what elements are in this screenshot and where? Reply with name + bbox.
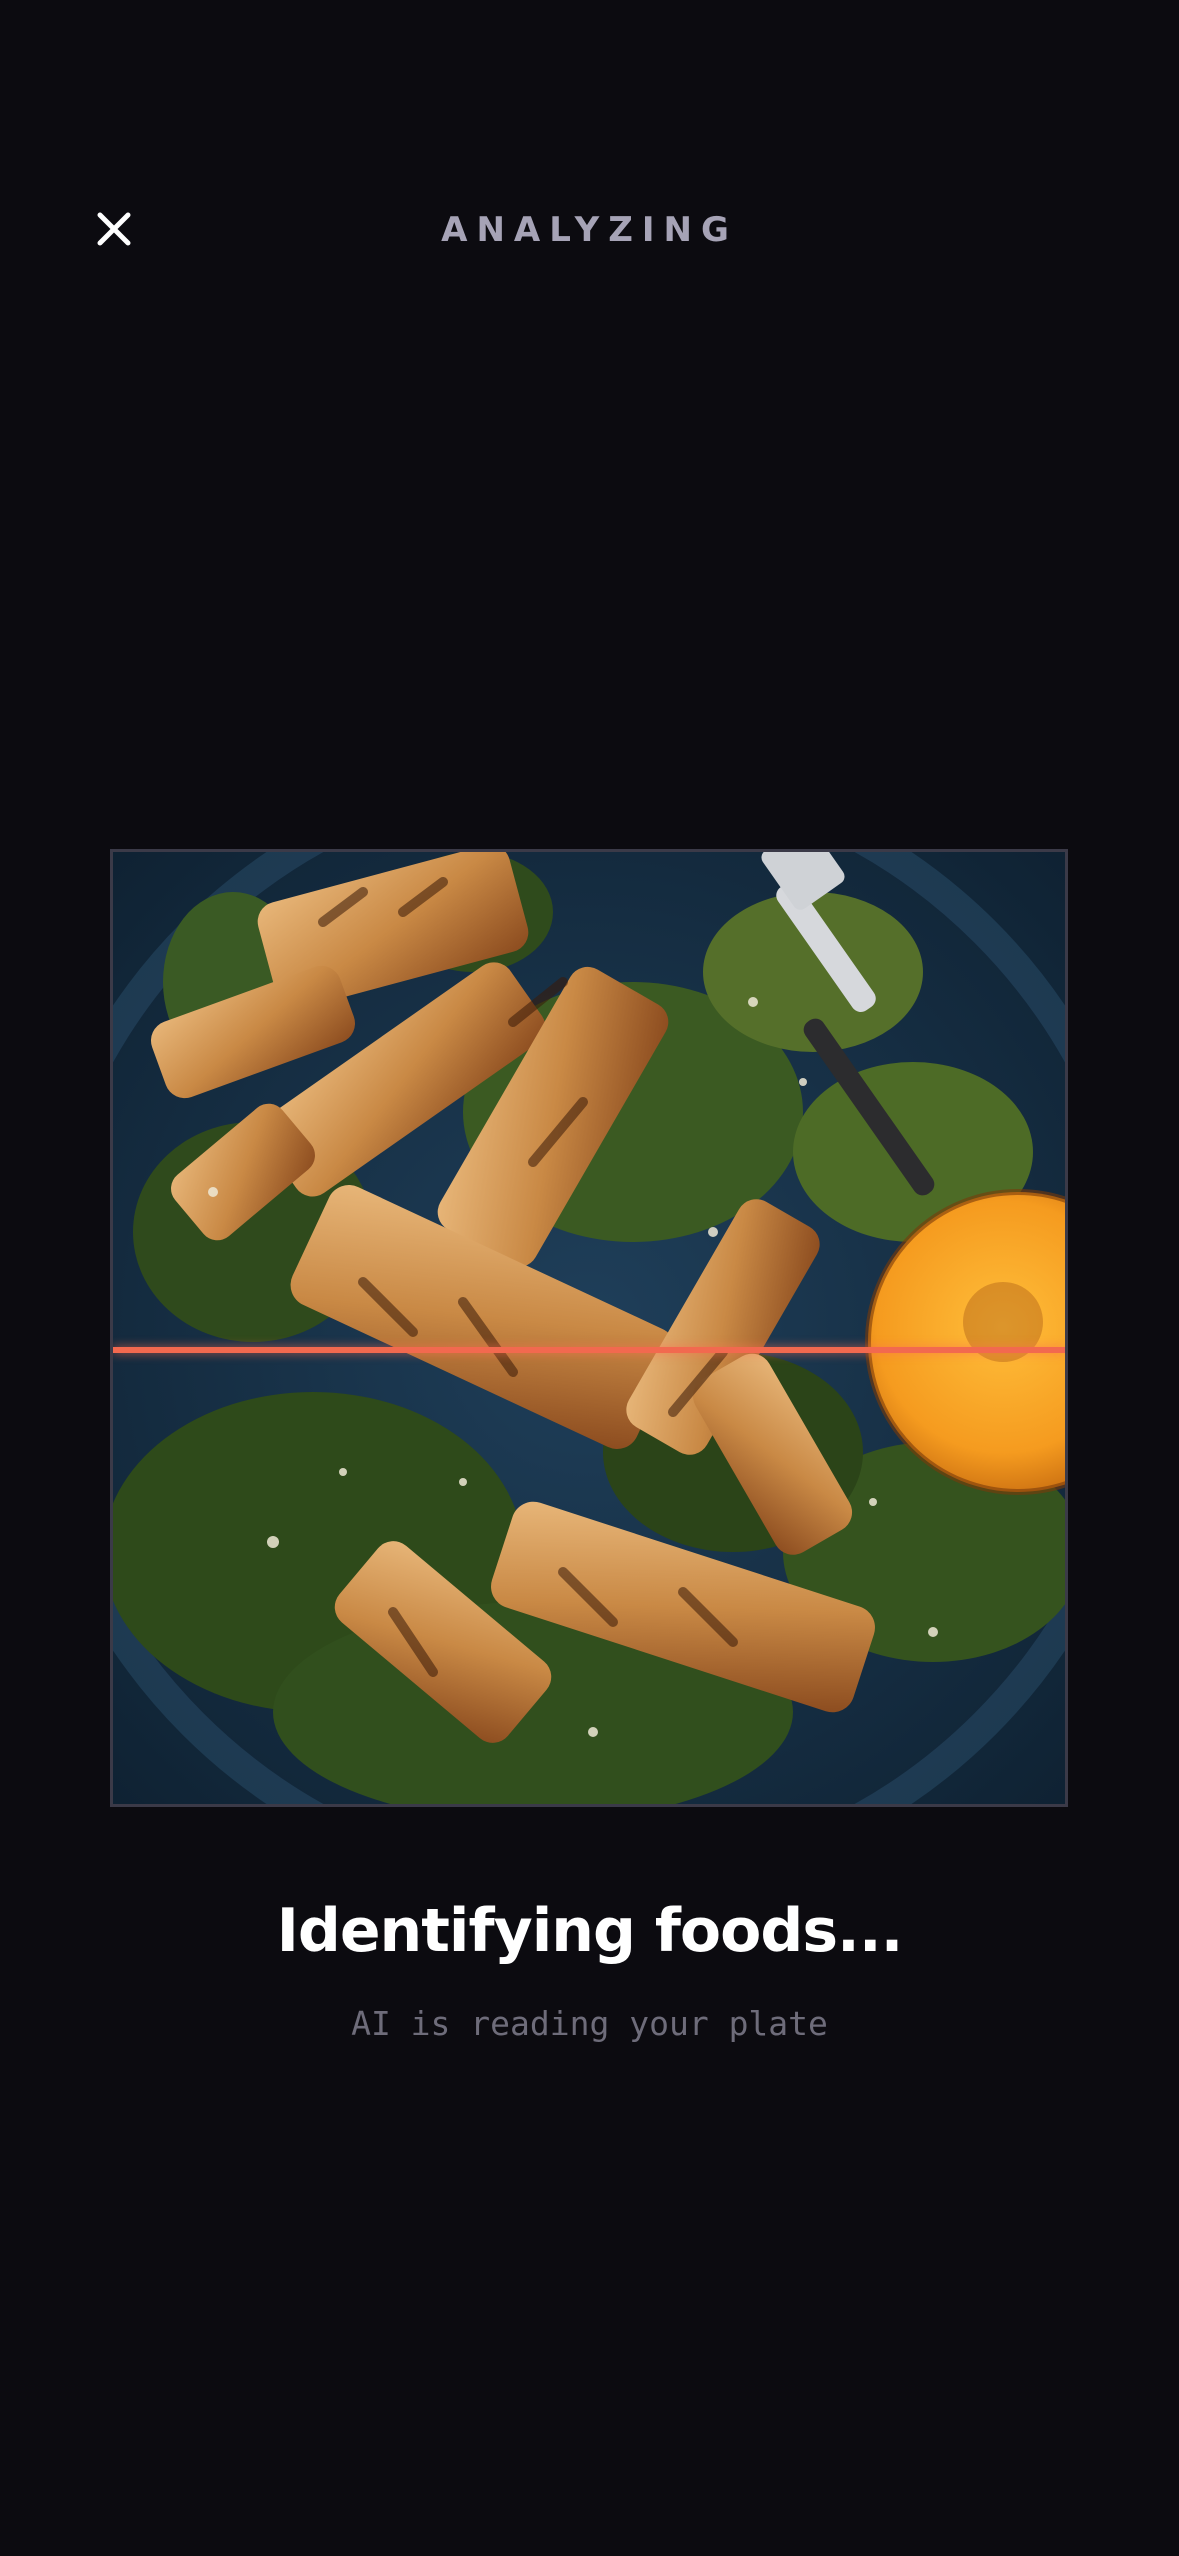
food-photo-scanner <box>110 849 1068 1807</box>
page-title: ANALYZING <box>441 210 738 250</box>
status-subtitle: AI is reading your plate <box>351 2004 828 2043</box>
food-photo <box>113 852 1065 1804</box>
scan-line <box>113 1347 1065 1353</box>
status-title: Identifying foods... <box>276 1896 904 1966</box>
